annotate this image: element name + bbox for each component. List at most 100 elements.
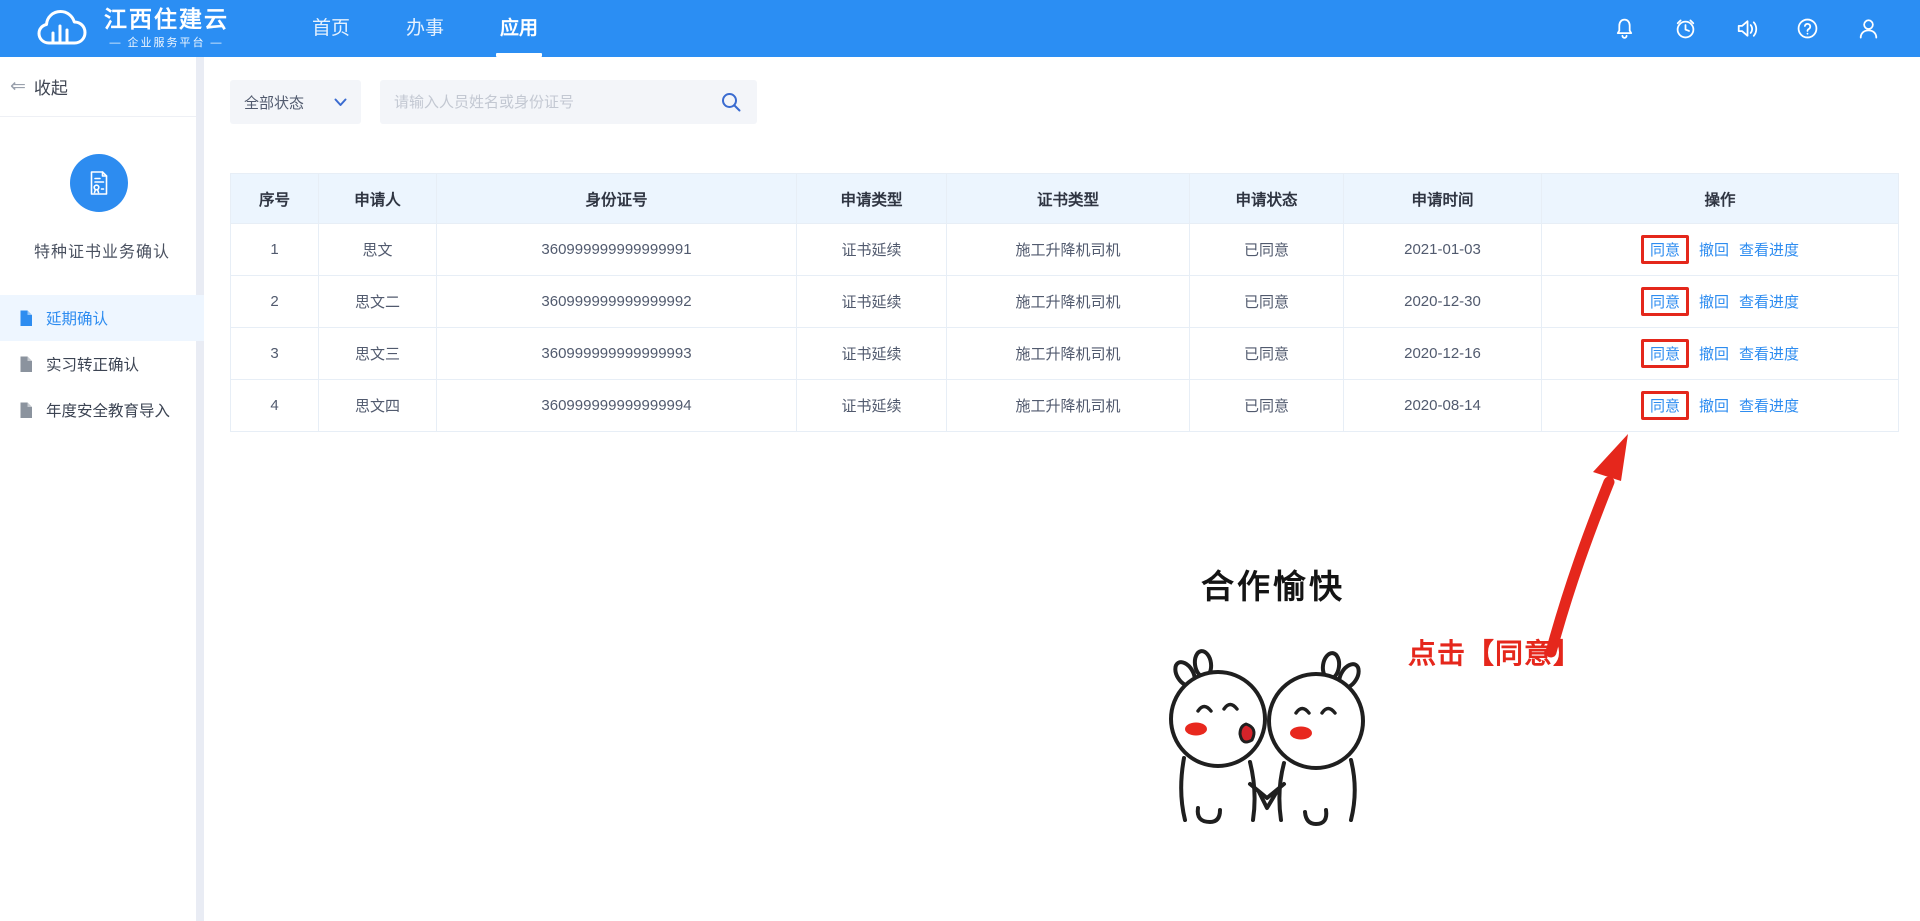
view-progress-button[interactable]: 查看进度 (1739, 343, 1799, 364)
app-badge (70, 154, 128, 212)
cell-status: 已同意 (1190, 380, 1344, 432)
topbar: 江西住建云 — 企业服务平台 — 首页 办事 应用 (0, 0, 1920, 57)
nav-item-services[interactable]: 办事 (404, 0, 446, 57)
sidebar-item-extension-confirm[interactable]: 延期确认 (0, 295, 204, 341)
collapse-label: 收起 (34, 74, 68, 99)
logo: 江西住建云 — 企业服务平台 — (36, 0, 229, 57)
cell-apply-time: 2021-01-03 (1344, 224, 1542, 276)
row-operations: 同意 撤回 查看进度 (1542, 339, 1898, 368)
cooperation-sticker: 合作愉快 (1158, 560, 1388, 832)
applications-table: 序号 申请人 身份证号 申请类型 证书类型 申请状态 申请时间 操作 1 思文 … (230, 173, 1899, 432)
view-progress-button[interactable]: 查看进度 (1739, 291, 1799, 312)
cell-apply-time: 2020-12-16 (1344, 328, 1542, 380)
cell-apply-type: 证书延续 (797, 328, 947, 380)
cell-applicant: 思文三 (319, 328, 437, 380)
sidebar: ⇐ 收起 特种证书业务确认 (0, 57, 204, 921)
user-icon[interactable] (1855, 15, 1882, 42)
alarm-clock-icon[interactable] (1672, 15, 1699, 42)
cell-applicant: 思文 (319, 224, 437, 276)
cell-cert-type: 施工升降机司机 (947, 224, 1190, 276)
cell-cert-type: 施工升降机司机 (947, 276, 1190, 328)
search-icon[interactable] (719, 90, 743, 114)
search-box (380, 80, 757, 124)
cell-no: 1 (231, 224, 319, 276)
row-operations: 同意 撤回 查看进度 (1542, 391, 1898, 420)
cell-apply-type: 证书延续 (797, 276, 947, 328)
sidebar-item-label: 实习转正确认 (46, 353, 139, 375)
sticker-caption: 合作愉快 (1158, 560, 1388, 608)
status-filter-dropdown[interactable]: 全部状态 (230, 80, 361, 124)
view-progress-button[interactable]: 查看进度 (1739, 395, 1799, 416)
annotation-arrow (1535, 428, 1645, 664)
agree-button[interactable]: 同意 (1650, 239, 1680, 260)
col-header-operations: 操作 (1542, 174, 1899, 224)
col-header-status: 申请状态 (1190, 174, 1344, 224)
cell-no: 4 (231, 380, 319, 432)
file-icon (18, 356, 34, 373)
agree-button[interactable]: 同意 (1650, 343, 1680, 364)
withdraw-button[interactable]: 撤回 (1699, 343, 1729, 364)
certificate-icon (84, 168, 114, 198)
col-header-applicant: 申请人 (319, 174, 437, 224)
annotation-tip-text: 点击【同意】 (1408, 632, 1582, 672)
agree-button[interactable]: 同意 (1650, 291, 1680, 312)
cell-apply-time: 2020-08-14 (1344, 380, 1542, 432)
search-input[interactable] (394, 94, 719, 111)
speaker-icon[interactable] (1733, 15, 1760, 42)
col-header-apply-time: 申请时间 (1344, 174, 1542, 224)
cell-applicant: 思文二 (319, 276, 437, 328)
cell-id-number: 360999999999999994 (437, 380, 797, 432)
app-title: 特种证书业务确认 (0, 238, 204, 262)
nav-item-home[interactable]: 首页 (310, 0, 352, 57)
view-progress-button[interactable]: 查看进度 (1739, 239, 1799, 260)
table-header-row: 序号 申请人 身份证号 申请类型 证书类型 申请状态 申请时间 操作 (231, 174, 1899, 224)
cell-status: 已同意 (1190, 328, 1344, 380)
col-header-cert-type: 证书类型 (947, 174, 1190, 224)
withdraw-button[interactable]: 撤回 (1699, 239, 1729, 260)
cell-id-number: 360999999999999993 (437, 328, 797, 380)
topbar-icons (1611, 0, 1882, 57)
table-row: 2 思文二 360999999999999992 证书延续 施工升降机司机 已同… (231, 276, 1899, 328)
withdraw-button[interactable]: 撤回 (1699, 395, 1729, 416)
cell-status: 已同意 (1190, 224, 1344, 276)
sidebar-menu: 延期确认 实习转正确认 年度安全教育导入 (0, 295, 204, 433)
logo-title: 江西住建云 (104, 7, 229, 32)
sidebar-item-internship-confirm[interactable]: 实习转正确认 (0, 341, 204, 387)
main-nav: 首页 办事 应用 (310, 0, 540, 57)
cell-id-number: 360999999999999992 (437, 276, 797, 328)
col-header-no: 序号 (231, 174, 319, 224)
cell-apply-time: 2020-12-30 (1344, 276, 1542, 328)
col-header-id-number: 身份证号 (437, 174, 797, 224)
cloud-logo-icon (36, 7, 94, 51)
cell-no: 2 (231, 276, 319, 328)
file-icon (18, 310, 34, 327)
table-row: 4 思文四 360999999999999994 证书延续 施工升降机司机 已同… (231, 380, 1899, 432)
cell-id-number: 360999999999999991 (437, 224, 797, 276)
help-icon[interactable] (1794, 15, 1821, 42)
chevron-down-icon (334, 98, 347, 107)
withdraw-button[interactable]: 撤回 (1699, 291, 1729, 312)
cell-cert-type: 施工升降机司机 (947, 380, 1190, 432)
collapse-arrow-icon: ⇐ (10, 77, 26, 96)
row-operations: 同意 撤回 查看进度 (1542, 287, 1898, 316)
file-icon (18, 402, 34, 419)
logo-text: 江西住建云 — 企业服务平台 — (104, 7, 229, 50)
table-row: 3 思文三 360999999999999993 证书延续 施工升降机司机 已同… (231, 328, 1899, 380)
app-screen: 江西住建云 — 企业服务平台 — 首页 办事 应用 (0, 0, 1920, 921)
col-header-apply-type: 申请类型 (797, 174, 947, 224)
sidebar-collapse-button[interactable]: ⇐ 收起 (0, 57, 196, 117)
handshake-characters-illustration (1158, 612, 1388, 827)
cell-status: 已同意 (1190, 276, 1344, 328)
sidebar-item-label: 延期确认 (46, 307, 108, 329)
agree-button[interactable]: 同意 (1650, 395, 1680, 416)
bell-icon[interactable] (1611, 15, 1638, 42)
nav-item-apps[interactable]: 应用 (498, 0, 540, 57)
logo-subtitle: — 企业服务平台 — (109, 34, 223, 50)
agree-highlight-box: 同意 (1641, 235, 1689, 264)
cell-cert-type: 施工升降机司机 (947, 328, 1190, 380)
agree-highlight-box: 同意 (1641, 339, 1689, 368)
cell-applicant: 思文四 (319, 380, 437, 432)
agree-highlight-box: 同意 (1641, 391, 1689, 420)
sidebar-item-safety-education-import[interactable]: 年度安全教育导入 (0, 387, 204, 433)
row-operations: 同意 撤回 查看进度 (1542, 235, 1898, 264)
